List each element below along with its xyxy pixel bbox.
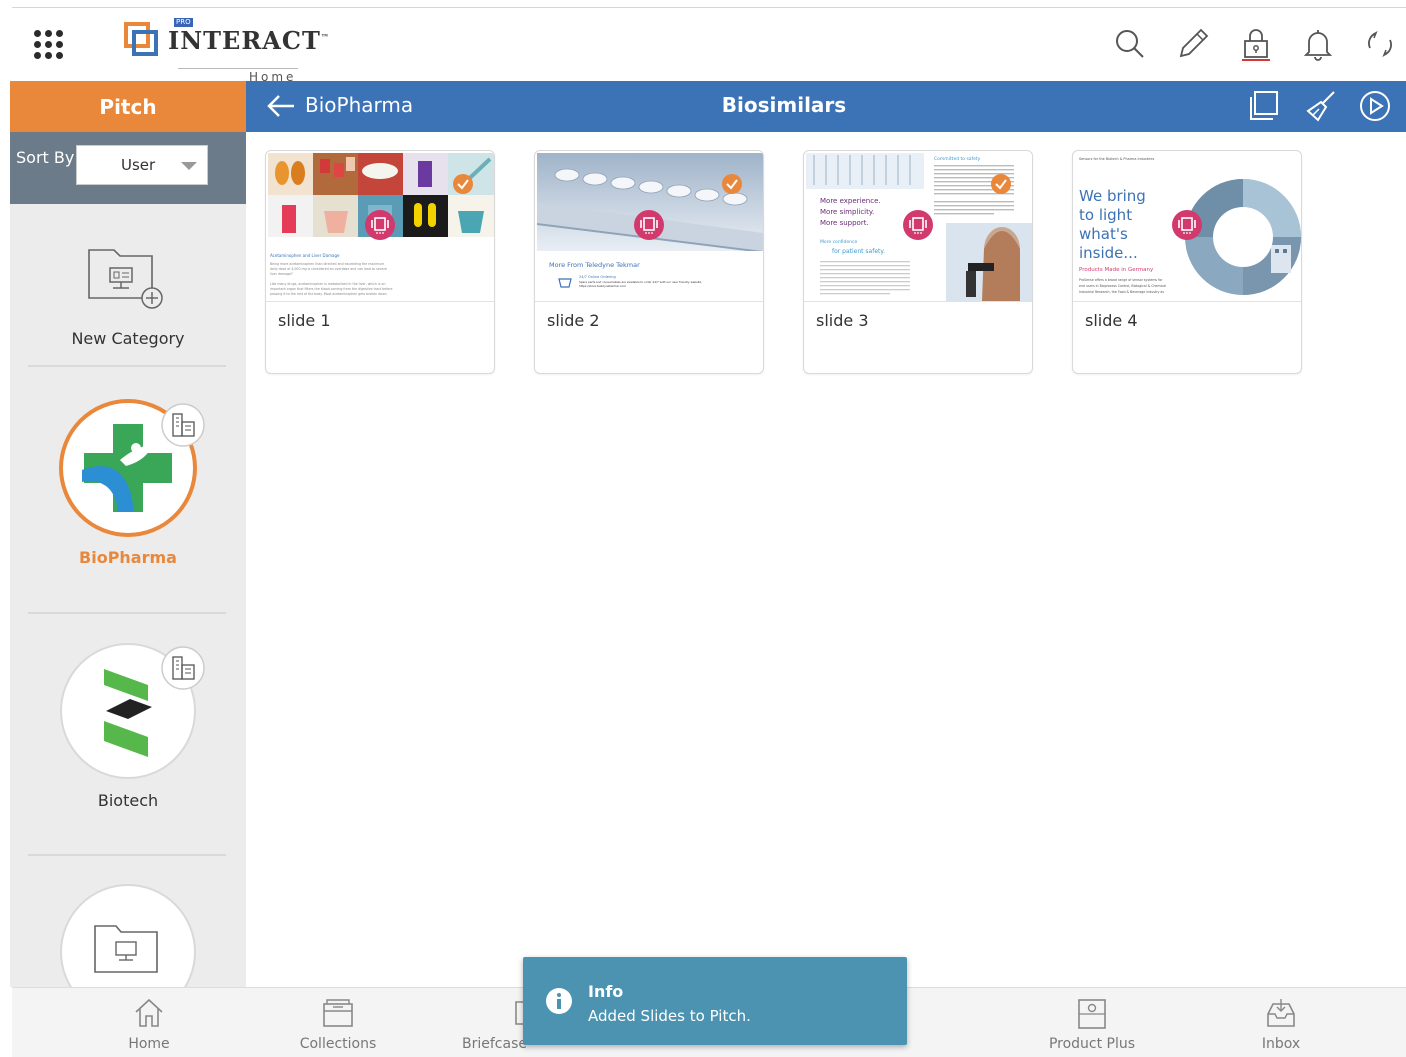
category-sidebar: Sort By User New Category BioPharma Biot… bbox=[10, 132, 246, 987]
sidebar-item-new-category[interactable]: New Category bbox=[10, 232, 246, 362]
slide-separator bbox=[1073, 301, 1301, 302]
pencil-icon[interactable] bbox=[1175, 26, 1211, 62]
svg-text:More confidence: More confidence bbox=[820, 239, 857, 245]
sidebar-divider bbox=[28, 365, 226, 367]
svg-text:Being more acetaminophen than: Being more acetaminophen than directed a… bbox=[270, 262, 384, 266]
bell-icon[interactable] bbox=[1300, 26, 1336, 62]
nav-briefcase[interactable]: Briefcase bbox=[454, 996, 531, 1056]
slide-label: slide 4 bbox=[1085, 311, 1138, 330]
check-badge-icon[interactable] bbox=[452, 173, 474, 195]
svg-text:Sensors for the Biotech & Phar: Sensors for the Biotech & Pharma Industr… bbox=[1079, 157, 1154, 161]
sort-value: User bbox=[121, 156, 156, 174]
collections-icon bbox=[323, 999, 353, 1027]
sync-icon[interactable] bbox=[1362, 26, 1398, 62]
nav-collections[interactable]: Collections bbox=[268, 996, 408, 1056]
slide-separator bbox=[266, 301, 494, 302]
logo-name: INTERACT™ bbox=[168, 26, 330, 55]
svg-text:end users in Bioprocess Contro: end users in Bioprocess Control, Biologi… bbox=[1079, 284, 1166, 288]
info-toast[interactable]: Info Added Slides to Pitch. bbox=[523, 957, 907, 1045]
inbox-icon bbox=[1267, 999, 1295, 1027]
carousel-icon[interactable] bbox=[1171, 209, 1203, 241]
logo-mark-icon bbox=[124, 22, 158, 56]
svg-text:ProSense offers a broad range: ProSense offers a broad range of sensor … bbox=[1079, 278, 1163, 282]
logo-underline bbox=[178, 68, 298, 69]
slide-separator bbox=[535, 301, 763, 302]
folder-category-logo bbox=[60, 884, 196, 987]
check-badge-icon[interactable] bbox=[721, 173, 743, 195]
svg-text:Like many drugs, acetaminophen: Like many drugs, acetaminophen is metabo… bbox=[270, 282, 385, 286]
broom-icon[interactable] bbox=[1304, 89, 1338, 123]
sidebar-item-label: BioPharma bbox=[79, 548, 177, 567]
search-icon[interactable] bbox=[1112, 26, 1148, 62]
add-folder-icon bbox=[88, 249, 163, 309]
svg-text:daily dose of 4,000 mg is cons: daily dose of 4,000 mg is considered an … bbox=[270, 267, 387, 271]
sidebar-item-biopharma[interactable]: BioPharma bbox=[10, 394, 246, 574]
play-circle-icon[interactable] bbox=[1358, 89, 1392, 123]
nav-label: Home bbox=[128, 1036, 170, 1052]
slide-1-heading: Acetaminophen and Liver Damage bbox=[270, 253, 340, 258]
sidebar-item-label: New Category bbox=[71, 329, 185, 348]
lock-icon[interactable] bbox=[1238, 26, 1274, 62]
nav-home[interactable]: Home bbox=[79, 996, 219, 1056]
tab-pitch[interactable]: Pitch bbox=[10, 81, 246, 132]
svg-text:important organ that filters t: important organ that filters the blood c… bbox=[270, 287, 392, 291]
copy-icon[interactable] bbox=[1246, 89, 1280, 123]
sidebar-item-biotech[interactable]: Biotech bbox=[10, 637, 246, 817]
info-icon bbox=[546, 988, 572, 1014]
app-launcher-icon[interactable] bbox=[34, 30, 64, 60]
svg-text:what's: what's bbox=[1079, 225, 1128, 243]
home-icon bbox=[135, 998, 163, 1027]
building-badge-icon bbox=[161, 403, 205, 447]
slide-card-3[interactable]: Committed to safety More experience. Mor… bbox=[803, 150, 1033, 374]
svg-text:passing it to the rest of the: passing it to the rest of the body. Most… bbox=[270, 292, 387, 296]
svg-text:inside...: inside... bbox=[1079, 244, 1138, 262]
toast-message: Added Slides to Pitch. bbox=[588, 1007, 751, 1025]
slide-card-4[interactable]: Sensors for the Biotech & Pharma Industr… bbox=[1072, 150, 1302, 374]
svg-text:liver damage?: liver damage? bbox=[270, 272, 293, 276]
title-bar: BioPharma Biosimilars bbox=[246, 81, 1406, 132]
slide-separator bbox=[804, 301, 1032, 302]
svg-text:Industrial Research, the Food: Industrial Research, the Food & Beverage… bbox=[1079, 290, 1164, 294]
product-plus-icon bbox=[1078, 999, 1106, 1029]
svg-text:We bring: We bring bbox=[1079, 187, 1146, 205]
carousel-icon[interactable] bbox=[364, 209, 396, 241]
slide-card-2[interactable]: More From Teledyne Tekmar 24/7 Online Or… bbox=[534, 150, 764, 374]
sort-label: Sort By bbox=[16, 148, 75, 167]
app-window: PRO INTERACT™ Home Pitch BioPharma Biosi… bbox=[0, 0, 1406, 1057]
svg-text:24/7 Online Ordering: 24/7 Online Ordering bbox=[579, 275, 616, 279]
svg-text:https://store.teledynetekmar.c: https://store.teledynetekmar.com bbox=[579, 284, 626, 288]
nav-inbox[interactable]: Inbox bbox=[1211, 996, 1351, 1056]
nav-product-plus[interactable]: Product Plus bbox=[1022, 996, 1162, 1056]
svg-text:to light: to light bbox=[1079, 206, 1132, 224]
building-badge-icon bbox=[161, 646, 205, 690]
carousel-icon[interactable] bbox=[902, 209, 934, 241]
sidebar-item-label: Biotech bbox=[97, 791, 159, 810]
toast-title: Info bbox=[588, 982, 624, 1001]
svg-text:More experience.: More experience. bbox=[820, 197, 881, 205]
sort-row: Sort By User bbox=[10, 132, 246, 204]
sidebar-divider bbox=[28, 612, 226, 614]
nav-label: Product Plus bbox=[1048, 1036, 1136, 1052]
svg-text:More simplicity.: More simplicity. bbox=[820, 208, 874, 216]
sidebar-item-folder[interactable] bbox=[10, 880, 246, 987]
slide-2-heading: More From Teledyne Tekmar bbox=[549, 261, 640, 269]
svg-text:More support.: More support. bbox=[820, 219, 869, 227]
sidebar-divider bbox=[28, 854, 226, 856]
sort-dropdown[interactable]: User bbox=[76, 145, 208, 185]
top-header: PRO INTERACT™ Home bbox=[12, 7, 1406, 84]
svg-text:Products Made in Germany: Products Made in Germany bbox=[1079, 267, 1154, 273]
chevron-down-icon bbox=[181, 162, 197, 170]
carousel-icon[interactable] bbox=[633, 209, 665, 241]
nav-label: Inbox bbox=[1261, 1036, 1301, 1052]
nav-label: Collections bbox=[299, 1036, 377, 1052]
slide-3-tag: Committed to safety bbox=[934, 156, 981, 162]
slide-label: slide 2 bbox=[547, 311, 600, 330]
slide-label: slide 1 bbox=[278, 311, 331, 330]
slide-card-1[interactable]: Acetaminophen and Liver Damage Being mor… bbox=[265, 150, 495, 374]
slide-label: slide 3 bbox=[816, 311, 869, 330]
page-title: Biosimilars bbox=[721, 93, 847, 117]
svg-text:for patient safety.: for patient safety. bbox=[832, 248, 885, 255]
check-badge-icon[interactable] bbox=[990, 173, 1012, 195]
interact-logo[interactable]: PRO INTERACT™ Home bbox=[124, 18, 329, 84]
